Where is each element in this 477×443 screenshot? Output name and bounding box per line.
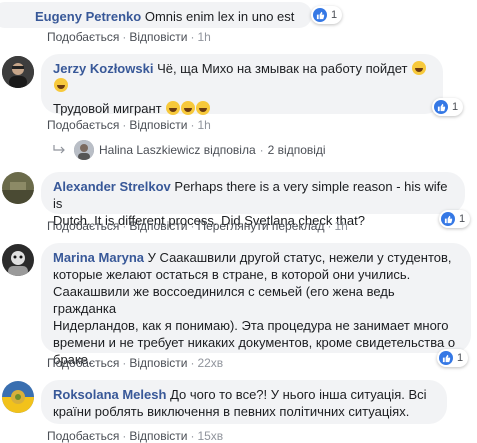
reply-arrow-icon [53,145,65,154]
reply-link[interactable]: Відповісти [129,429,187,443]
thumbs-up-icon [313,8,327,22]
thumbs-up-icon [441,212,455,226]
comment-bubble: Roksolana Melesh До чого то все?! У ньог… [41,380,447,424]
like-link[interactable]: Подобається [47,30,119,44]
comment-text-line-2: країни роблять виключення в певних політ… [53,404,410,419]
laughing-emoji-icon [54,78,68,92]
reply-link[interactable]: Відповісти [129,118,187,132]
like-link[interactable]: Подобається [47,219,119,233]
comment-text-line-1: У Саакашвили другой статус, нежели у сту… [147,250,452,265]
thumbs-up-icon [434,100,448,114]
like-reaction[interactable]: 1 [437,349,469,367]
reply-verb: відповіла [203,143,256,157]
comment-text-line-1: Чё, ща Михо на змывак на работу пойдет [157,61,408,76]
replier-name: Halina Laszkiewicz [99,143,201,157]
author-name[interactable]: Marina Maryna [53,250,144,265]
comment-bubble: Marina Maryna У Саакашвили другой статус… [41,243,471,367]
like-link[interactable]: Подобається [47,429,119,443]
timestamp[interactable]: 15хв [197,429,223,443]
like-link[interactable]: Подобається [47,356,119,370]
comment-text-line-3: Саакашвили же воссоединился с семьей (ег… [53,284,395,316]
comment-text-line-5: времени и не требует никаких документов,… [53,335,456,350]
timestamp[interactable]: 22хв [197,356,223,370]
reply-link[interactable]: Відповісти [129,219,187,233]
reply-link[interactable]: Відповісти [129,356,187,370]
avatar[interactable] [2,172,34,204]
comment-text-line-1: До чого то все?! У нього інша ситуація. … [170,387,427,402]
comment-text: Omnis enim lex in uno est [144,9,295,24]
like-reaction[interactable]: 1 [432,98,464,116]
author-name[interactable]: Eugeny Petrenko [35,9,141,24]
laughing-emoji-icon [166,101,181,115]
comment-actions: Подобається · Відповісти · Переглянути перек… [47,219,348,233]
author-name[interactable]: Jerzy Kozłowski [53,61,153,76]
laughing-emoji-icon [181,101,196,115]
laughing-emoji-icon [412,61,427,75]
laughing-emoji-icon [196,101,211,115]
comment-text-line-4: Нидерландов, как я понимаю). Эта процеду… [53,318,449,333]
like-count: 1 [331,9,338,21]
avatar[interactable] [2,244,34,276]
like-count: 1 [459,213,466,225]
avatar[interactable] [2,56,34,88]
translate-link[interactable]: Переглянути переклад [197,219,324,233]
comment-bubble: Eugeny Petrenko Omnis enim lex in uno es… [0,2,312,28]
like-reaction[interactable]: 1 [439,210,471,228]
timestamp[interactable]: 1h [334,219,347,233]
author-name[interactable]: Alexander Strelkov [53,179,171,194]
timestamp[interactable]: 1h [197,118,210,132]
replier-avatar [74,140,94,160]
view-replies[interactable]: Halina Laszkiewicz відповіла · 2 відповіді [52,140,326,160]
like-reaction[interactable]: 1 [311,6,343,24]
reply-link[interactable]: Відповісти [129,30,187,44]
comment-bubble: Alexander Strelkov Perhaps there is a ve… [41,172,465,228]
comment-bubble: Jerzy Kozłowski Чё, ща Михо на змывак на… [41,54,443,116]
author-name[interactable]: Roksolana Melesh [53,387,166,402]
comment-text-line-2: которые желают остаться в стране, в кото… [53,267,411,282]
comment-text-line-2: Трудовой мигрант [53,101,162,116]
timestamp[interactable]: 1h [197,30,210,44]
thumbs-up-icon [439,351,453,365]
like-link[interactable]: Подобається [47,118,119,132]
avatar[interactable] [2,381,34,413]
reply-count: 2 відповіді [267,143,326,157]
comment-actions: Подобається · Відповісти · 22хв [47,356,224,370]
comment-actions: Подобається · Відповісти · 1h [47,118,211,132]
like-count: 1 [457,352,464,364]
comment-actions: Подобається · Відповісти · 1h [47,30,211,44]
like-count: 1 [452,101,459,113]
comment-actions: Подобається · Відповісти · 15хв [47,429,224,443]
